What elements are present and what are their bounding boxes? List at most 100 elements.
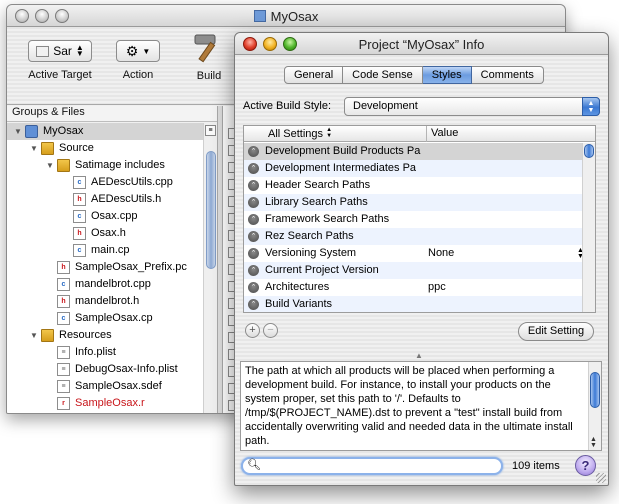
tree-row[interactable]: ▼ MyOsax <box>7 123 203 140</box>
disclosure-triangle-icon[interactable]: ▼ <box>29 140 39 157</box>
info-window-titlebar[interactable]: Project “MyOsax” Info <box>235 33 608 55</box>
active-target-item[interactable]: Sar ▲ ▼ Active Target <box>23 40 97 81</box>
tree-row-label: Resources <box>59 329 112 341</box>
tree-row-label: AEDescUtils.h <box>91 193 162 205</box>
splitter-handle-icon[interactable]: ▲ <box>415 351 423 360</box>
tree-row[interactable]: h mandelbrot.h <box>7 293 203 310</box>
tree-row[interactable]: ≡ Info.plist <box>7 344 203 361</box>
settings-row[interactable]: ⌃ Development Intermediates Pa <box>244 160 583 177</box>
description-scrollbar[interactable]: ▲ ▼ <box>588 362 601 450</box>
updown-arrows-icon: ▲ ▼ <box>75 43 84 58</box>
outline-options-icon[interactable]: ≡ <box>205 125 216 136</box>
settings-scrollbar[interactable] <box>582 143 595 312</box>
settings-row[interactable]: ⌃ Library Search Paths <box>244 194 583 211</box>
tree-row[interactable]: ▼ Satimage includes <box>7 157 203 174</box>
resize-grip-icon[interactable] <box>596 473 606 483</box>
tab-code-sense[interactable]: Code Sense <box>343 66 423 84</box>
tab-general[interactable]: General <box>284 66 344 84</box>
groups-scrollbar[interactable]: ≡ <box>203 123 217 413</box>
folder-icon <box>41 142 54 155</box>
tree-row-label: Info.plist <box>75 346 116 358</box>
tree-row[interactable]: ≡ SampleOsax.sdef <box>7 378 203 395</box>
setting-type-icon: ⌃ <box>248 146 259 157</box>
build-style-value: Development <box>353 100 418 112</box>
folder-icon <box>41 329 54 342</box>
all-settings-column-header[interactable]: All Settings ▲ ▼ <box>268 127 428 140</box>
tree-row[interactable]: h AEDescUtils.h <box>7 191 203 208</box>
chevron-down-icon: ▼ <box>142 46 151 56</box>
setting-value[interactable]: ppc <box>428 279 446 296</box>
disclosure-triangle-icon[interactable]: ▼ <box>13 123 23 140</box>
remove-setting-button[interactable]: − <box>263 323 278 338</box>
build-style-popup[interactable]: Development ▲ ▼ <box>344 97 600 116</box>
setting-name: Versioning System <box>265 247 357 259</box>
setting-name: Development Intermediates Pa <box>265 162 417 174</box>
settings-table-header: All Settings ▲ ▼ Value <box>244 126 595 142</box>
action-popup[interactable]: ⚙ ▼ <box>116 40 160 62</box>
tree-row[interactable]: ▼ Resources <box>7 327 203 344</box>
tree-row[interactable]: h Osax.h <box>7 225 203 242</box>
folder-icon <box>57 159 70 172</box>
plist-file-icon: ≡ <box>57 380 70 393</box>
item-count: 109 items <box>512 460 560 472</box>
settings-row[interactable]: ⌃ Current Project Version <box>244 262 583 279</box>
settings-row[interactable]: ⌃ Header Search Paths <box>244 177 583 194</box>
tree-row-label: mandelbrot.h <box>75 295 140 307</box>
settings-row[interactable]: ⌃ Development Build Products Pa <box>244 143 583 160</box>
cpp-file-icon: c <box>57 312 70 325</box>
description-scroll-thumb[interactable] <box>590 372 600 408</box>
project-info-window: Project “MyOsax” Info General Code Sense… <box>234 32 609 486</box>
settings-row[interactable]: ⌃ Build Variants <box>244 296 583 312</box>
project-icon <box>253 10 266 22</box>
help-button[interactable]: ? <box>575 455 596 476</box>
search-field[interactable]: 🔍︎ <box>241 457 503 475</box>
tab-styles[interactable]: Styles <box>422 66 472 84</box>
tree-row[interactable]: r SampleOsax.r <box>7 395 203 412</box>
setting-type-icon: ⌃ <box>248 231 259 242</box>
add-setting-button[interactable]: + <box>245 323 260 338</box>
cpp-file-icon: c <box>73 244 86 257</box>
plist-file-icon: ≡ <box>57 363 70 376</box>
tree-row[interactable]: h SampleOsax_Prefix.pc <box>7 259 203 276</box>
active-target-popup[interactable]: Sar ▲ ▼ <box>28 40 92 62</box>
setting-name: Development Build Products Pa <box>265 145 421 157</box>
tree-row[interactable]: ▼ Source <box>7 140 203 157</box>
search-input[interactable] <box>261 459 497 473</box>
action-item[interactable]: ⚙ ▼ Action <box>109 40 167 81</box>
build-label: Build <box>196 70 222 82</box>
updown-arrows-icon[interactable]: ▲ ▼ <box>590 436 597 449</box>
settings-row[interactable]: ⌃ Rez Search Paths <box>244 228 583 245</box>
tree-row-label: AEDescUtils.cpp <box>91 176 173 188</box>
groups-scroll-thumb[interactable] <box>206 151 216 269</box>
setting-description: The path at which all products will be p… <box>240 361 602 451</box>
disclosure-triangle-icon[interactable]: ▼ <box>29 327 39 344</box>
tree-row[interactable]: c mandelbrot.cpp <box>7 276 203 293</box>
tree-row-label: SampleOsax.sdef <box>75 380 162 392</box>
groups-files-header: Groups & Files <box>7 106 217 122</box>
project-window-titlebar[interactable]: MyOsax <box>7 5 565 27</box>
tree-row-label: SampleOsax.cp <box>75 312 153 324</box>
info-tabs: General Code Sense Styles Comments <box>284 66 544 84</box>
groups-files-outline[interactable]: ▼ MyOsax ▼ Source ▼ Satimage includes c AEDescU… <box>7 123 203 413</box>
setting-value[interactable]: None <box>428 245 454 262</box>
build-item[interactable]: Build <box>185 31 233 82</box>
settings-row[interactable]: ⌃ Framework Search Paths <box>244 211 583 228</box>
settings-row[interactable]: ⌃ Versioning System None ▲ ▼ <box>244 245 584 262</box>
edit-setting-button[interactable]: Edit Setting <box>518 322 594 341</box>
settings-row[interactable]: ⌃ Architectures ppc <box>244 279 583 296</box>
setting-type-icon: ⌃ <box>248 299 259 310</box>
header-file-icon: h <box>57 261 70 274</box>
tree-row-label: Osax.cpp <box>91 210 138 222</box>
tree-row[interactable]: c AEDescUtils.cpp <box>7 174 203 191</box>
tab-comments[interactable]: Comments <box>471 66 544 84</box>
settings-scroll-thumb[interactable] <box>584 144 594 158</box>
disclosure-triangle-icon[interactable]: ▼ <box>45 157 55 174</box>
tree-row[interactable]: c SampleOsax.cp <box>7 310 203 327</box>
tree-row[interactable]: c Osax.cpp <box>7 208 203 225</box>
value-column-header[interactable]: Value <box>426 126 458 142</box>
tree-row[interactable]: ≡ DebugOsax-Info.plist <box>7 361 203 378</box>
tree-row[interactable]: c main.cp <box>7 242 203 259</box>
setting-name: Library Search Paths <box>265 196 368 208</box>
gear-icon: ⚙ <box>125 43 139 59</box>
setting-type-icon: ⌃ <box>248 282 259 293</box>
